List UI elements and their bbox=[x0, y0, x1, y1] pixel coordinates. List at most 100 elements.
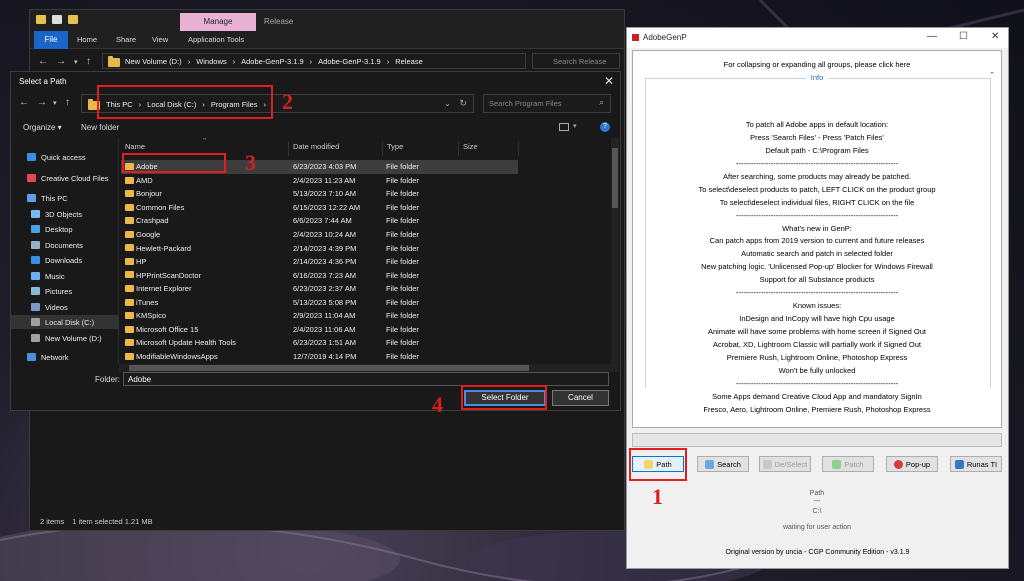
help-icon[interactable]: ? bbox=[600, 122, 610, 132]
file-type: File folder bbox=[386, 324, 419, 334]
nav-item-local-disk-c[interactable]: Local Disk (C:) bbox=[11, 315, 119, 329]
collapse-chevron-icon[interactable]: ⌃ bbox=[989, 71, 995, 79]
collapse-all-link[interactable]: For collapsing or expanding all groups, … bbox=[633, 60, 1001, 69]
file-type: File folder bbox=[386, 351, 419, 361]
runas-ti-button[interactable]: Runas TI bbox=[950, 456, 1002, 472]
close-icon[interactable]: ✕ bbox=[991, 31, 999, 42]
file-row[interactable]: Crashpad 6/6/2023 7:44 AM File folder bbox=[121, 214, 518, 228]
back-arrow-icon[interactable]: ← bbox=[38, 56, 48, 67]
ribbon-tab-application-tools[interactable]: Application Tools bbox=[188, 35, 244, 44]
new-folder-button[interactable]: New folder bbox=[81, 123, 119, 132]
nav-item-quick-access[interactable]: Quick access bbox=[11, 150, 119, 164]
recent-chevron-icon[interactable]: ▾ bbox=[53, 99, 57, 107]
file-date: 6/23/2023 1:51 AM bbox=[293, 338, 356, 348]
properties-icon[interactable] bbox=[52, 15, 62, 24]
ribbon-tab-share[interactable]: Share bbox=[116, 35, 136, 44]
column-header-type[interactable]: Type bbox=[383, 142, 459, 156]
cancel-button[interactable]: Cancel bbox=[552, 390, 609, 406]
manage-tab[interactable]: Manage bbox=[180, 13, 256, 31]
file-row[interactable]: Microsoft Office 15 2/4/2023 11:06 AM File… bbox=[121, 323, 518, 337]
dialog-toolbar: Organize ▾ New folder ▾ ? bbox=[11, 117, 620, 137]
minimize-icon[interactable]: — bbox=[927, 31, 937, 42]
dialog-search-input[interactable]: Search Program Files bbox=[483, 94, 611, 113]
file-row[interactable]: Microsoft Update Health Tools 6/23/2023 1… bbox=[121, 336, 518, 350]
annotation-number-3: 3 bbox=[245, 150, 256, 175]
folder-input[interactable] bbox=[123, 372, 609, 386]
block-icon bbox=[893, 459, 903, 469]
file-date: 2/4/2023 10:24 AM bbox=[293, 230, 356, 239]
file-row[interactable]: KMSpico 2/9/2023 11:04 AM File folder bbox=[121, 309, 518, 323]
file-date: 6/6/2023 7:44 AM bbox=[293, 216, 352, 226]
breadcrumb-item[interactable]: Release bbox=[395, 57, 423, 66]
info-line: Default path - C:\Program Files bbox=[765, 145, 869, 155]
nav-item-network[interactable]: Network bbox=[11, 350, 119, 364]
file-row[interactable]: iTunes 5/13/2023 5:08 PM File folder bbox=[121, 296, 518, 310]
organize-button[interactable]: Organize ▾ bbox=[23, 123, 62, 132]
forward-arrow-icon[interactable]: → bbox=[37, 97, 47, 108]
nav-item-documents[interactable]: Documents bbox=[11, 238, 119, 252]
breadcrumb-item[interactable]: Adobe-GenP-3.1.9 bbox=[241, 57, 304, 66]
file-type: File folder bbox=[386, 230, 419, 239]
nav-item-new-volume-d[interactable]: New Volume (D:) bbox=[11, 331, 119, 345]
search-icon: ⌕ bbox=[599, 97, 605, 107]
vertical-scrollbar[interactable] bbox=[611, 138, 619, 364]
folder-icon bbox=[108, 56, 120, 67]
info-line: To select\deselect individual files, RIG… bbox=[719, 197, 915, 207]
forward-arrow-icon[interactable]: → bbox=[56, 56, 66, 67]
folder-icon bbox=[125, 203, 134, 211]
nav-item-3d-objects[interactable]: 3D Objects bbox=[11, 207, 119, 221]
explorer-address-bar[interactable]: New Volume (D:) › Windows › Adobe-GenP-3.1… bbox=[102, 53, 526, 69]
file-row[interactable]: HPPrintScanDoctor 6/16/2023 7:23 AM File f… bbox=[121, 268, 518, 282]
nav-item-desktop[interactable]: Desktop bbox=[11, 222, 119, 236]
music-icon bbox=[31, 272, 40, 280]
file-row[interactable]: Google 2/4/2023 10:24 AM File folder bbox=[121, 228, 518, 242]
nav-item-creative-cloud-files[interactable]: Creative Cloud Files bbox=[11, 171, 119, 185]
search-button[interactable]: Search bbox=[697, 456, 749, 472]
column-header-size[interactable]: Size bbox=[459, 142, 519, 156]
breadcrumb-item[interactable]: Adobe-GenP-3.1.9 bbox=[318, 57, 381, 66]
info-group-label[interactable]: Info bbox=[805, 73, 829, 82]
chevron-down-icon[interactable]: ▾ bbox=[573, 122, 577, 130]
file-row[interactable]: ModifiableWindowsApps 12/7/2019 4:14 PM Fi… bbox=[121, 350, 518, 364]
file-row[interactable]: Internet Explorer 6/23/2023 2:37 AM File f… bbox=[121, 282, 518, 296]
file-row[interactable]: Bonjour 5/13/2023 7:10 AM File folder bbox=[121, 187, 518, 201]
maximize-icon[interactable]: ☐ bbox=[959, 31, 968, 42]
deselect-button[interactable]: De/Select bbox=[759, 456, 811, 472]
info-panel[interactable]: For collapsing or expanding all groups, … bbox=[632, 50, 1002, 428]
dropdown-chevron-icon[interactable]: ⌄ bbox=[444, 99, 451, 108]
up-arrow-icon[interactable]: ↑ bbox=[65, 97, 70, 108]
close-icon[interactable]: ✕ bbox=[604, 74, 614, 88]
ribbon-tab-view[interactable]: View bbox=[152, 35, 168, 44]
new-folder-icon[interactable] bbox=[68, 15, 78, 24]
back-arrow-icon[interactable]: ← bbox=[19, 97, 29, 108]
popup-button[interactable]: Pop-up bbox=[886, 456, 938, 472]
refresh-icon[interactable]: ↻ bbox=[459, 98, 467, 109]
scrollbar-thumb[interactable] bbox=[612, 148, 618, 208]
recent-chevron-icon[interactable]: ▾ bbox=[74, 58, 78, 66]
column-header-date[interactable]: Date modified bbox=[289, 142, 383, 156]
file-name: Microsoft Update Health Tools bbox=[136, 338, 236, 348]
nav-item-pictures[interactable]: Pictures bbox=[11, 284, 119, 298]
nav-item-videos[interactable]: Videos bbox=[11, 300, 119, 314]
file-row[interactable]: AMD 2/4/2023 11:23 AM File folder bbox=[121, 174, 518, 188]
info-line: Animate will have some problems with hom… bbox=[707, 327, 927, 336]
breadcrumb-item[interactable]: New Volume (D:) bbox=[125, 57, 182, 66]
up-arrow-icon[interactable]: ↑ bbox=[86, 56, 91, 67]
file-row[interactable]: Hewlett-Packard 2/14/2023 4:39 PM File fol… bbox=[121, 241, 518, 255]
folder-icon[interactable] bbox=[36, 15, 46, 24]
nav-item-this-pc[interactable]: This PC bbox=[11, 191, 119, 205]
file-type: File folder bbox=[386, 311, 419, 321]
file-row[interactable]: Common Files 6/15/2023 12:22 AM File folde… bbox=[121, 201, 518, 215]
explorer-address-row: ← → ▾ ↑ New Volume (D:) › Windows › Adobe-… bbox=[30, 50, 624, 72]
nav-item-music[interactable]: Music bbox=[11, 269, 119, 283]
view-options-icon[interactable] bbox=[559, 123, 569, 131]
file-name: Crashpad bbox=[136, 216, 169, 226]
explorer-search-input[interactable]: Search Release bbox=[532, 53, 620, 69]
nav-item-downloads[interactable]: Downloads bbox=[11, 253, 119, 267]
breadcrumb-item[interactable]: Windows bbox=[196, 57, 226, 66]
patch-button[interactable]: Patch bbox=[822, 456, 874, 472]
file-row[interactable]: HP 2/14/2023 4:36 PM File folder bbox=[121, 255, 518, 269]
ribbon-tab-file[interactable]: File bbox=[34, 31, 68, 49]
quick-access-icon bbox=[27, 153, 36, 161]
ribbon-tab-home[interactable]: Home bbox=[77, 35, 97, 44]
